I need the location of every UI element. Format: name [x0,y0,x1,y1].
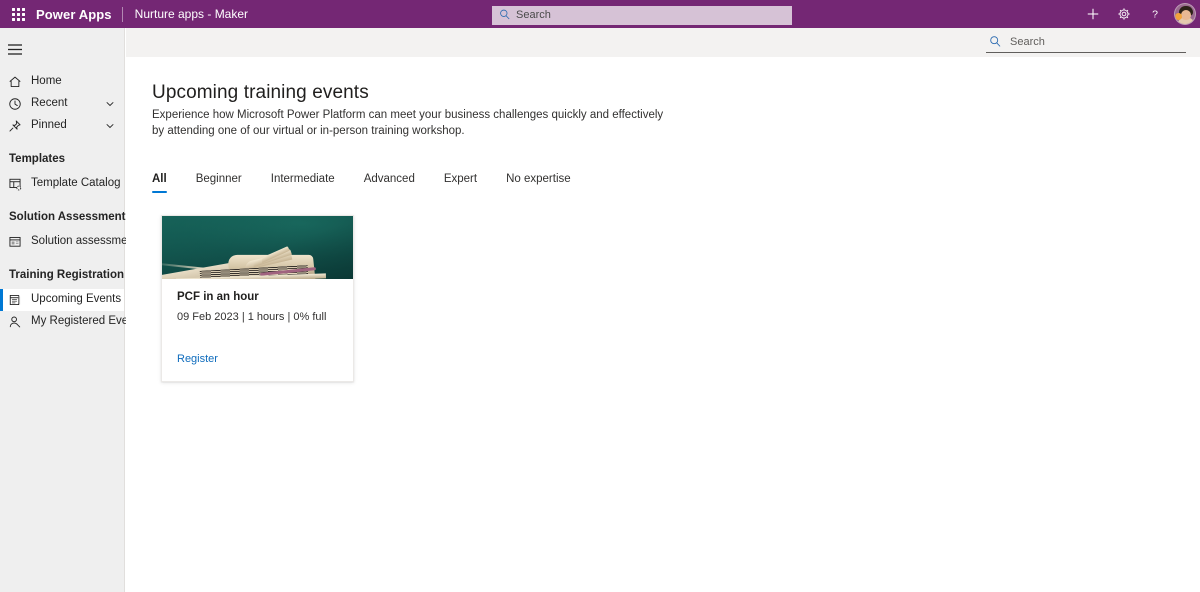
help-button[interactable]: ? [1139,0,1170,28]
expertise-filter-tabs: All Beginner Intermediate Advanced Exper… [152,165,571,193]
tab-advanced[interactable]: Advanced [364,173,415,193]
question-mark-icon: ? [1152,9,1158,21]
account-manager-button[interactable] [1170,0,1200,28]
main-content: Upcoming training events Experience how … [126,57,1200,592]
suite-bar-actions: ? [1077,0,1200,28]
sidebar-item-label: Recent [31,97,68,110]
brand-title[interactable]: Power Apps [36,7,122,22]
command-bar-search-container [986,32,1186,53]
new-button[interactable] [1077,0,1108,28]
suite-bar: Power Apps Nurture apps - Maker Search ? [0,0,1200,28]
sidebar-group-title-solution-assessment: Solution Assessment [9,211,126,223]
app-launcher-button[interactable] [0,0,36,28]
search-icon [990,36,1001,47]
waffle-icon [11,7,25,21]
sidebar-item-recent[interactable]: Recent [0,93,124,115]
sidebar-item-label: Pinned [31,119,67,132]
open-book-illustration [162,246,336,279]
sidebar: Home Recent Pinned Templates Template Ca… [0,28,144,592]
suite-search-container [492,5,792,25]
sidebar-item-label: Home [31,75,62,88]
pin-icon [7,118,23,134]
command-bar [126,28,1200,57]
sidebar-group-title-training-registration: Training Registration [9,269,125,281]
tab-expert[interactable]: Expert [444,173,477,193]
page-title: Upcoming training events [152,82,369,103]
tab-beginner[interactable]: Beginner [196,173,242,193]
svg-text:?: ? [1152,9,1158,21]
solution-assessment-icon [7,234,23,250]
sidebar-item-label: Solution assessment [31,235,138,248]
sidebar-item-pinned[interactable]: Pinned [0,115,124,137]
sidebar-item-label: Template Catalog [31,177,121,190]
register-link[interactable]: Register [177,353,218,365]
chevron-down-icon[interactable] [105,99,115,109]
home-icon [7,74,23,90]
sidebar-group-title-templates: Templates [9,153,66,165]
tab-all[interactable]: All [152,173,167,193]
sidebar-item-my-registered-events[interactable]: My Registered Events [0,311,144,333]
plus-icon [1087,8,1098,20]
event-card-image [162,216,353,279]
command-bar-search-input[interactable] [1008,32,1183,52]
person-icon [7,314,23,330]
clock-icon [7,96,23,112]
event-card-grid: PCF in an hour 09 Feb 2023 | 1 hours | 0… [161,215,354,382]
tab-no-expertise[interactable]: No expertise [506,173,571,193]
chevron-down-icon[interactable] [105,121,115,131]
gear-icon [1117,8,1130,20]
event-card[interactable]: PCF in an hour 09 Feb 2023 | 1 hours | 0… [161,215,354,382]
calendar-events-icon [7,292,23,308]
tab-intermediate[interactable]: Intermediate [271,173,335,193]
sidebar-item-home[interactable]: Home [0,71,124,93]
environment-name[interactable]: Nurture apps - Maker [135,7,248,21]
settings-button[interactable] [1108,0,1139,28]
avatar [1174,3,1196,25]
suite-search-input[interactable] [492,5,792,25]
sidebar-collapse-button[interactable] [0,36,125,62]
brand-divider [121,6,123,22]
hamburger-icon [8,43,22,55]
sidebar-item-upcoming-events[interactable]: Upcoming Events [0,289,124,311]
event-card-meta: 09 Feb 2023 | 1 hours | 0% full [177,311,327,323]
sidebar-item-solution-assessment[interactable]: Solution assessment [0,231,137,253]
event-card-body: PCF in an hour 09 Feb 2023 | 1 hours | 0… [162,279,353,381]
template-catalog-icon [7,176,23,192]
sidebar-item-template-catalog[interactable]: Template Catalog [0,173,124,195]
sidebar-item-label: Upcoming Events [31,293,122,306]
page-description: Experience how Microsoft Power Platform … [152,109,664,137]
event-card-title: PCF in an hour [177,291,259,303]
